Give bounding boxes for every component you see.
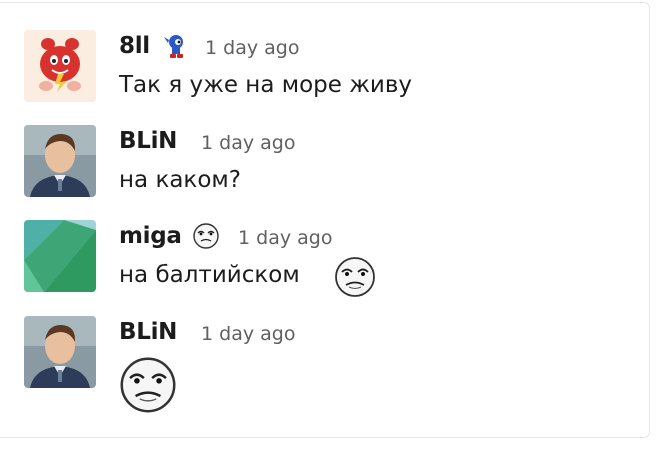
author-name[interactable]: BLiN: [119, 128, 177, 154]
message-timestamp[interactable]: 1 day ago: [205, 37, 299, 59]
message-text: на балтийском: [119, 262, 300, 288]
man-portrait-icon: [24, 125, 96, 197]
user-avatar[interactable]: [24, 125, 96, 197]
user-avatar[interactable]: [24, 220, 96, 292]
user-avatar[interactable]: [24, 30, 96, 102]
message-text: Так я уже на море живу: [119, 72, 413, 98]
message-timestamp[interactable]: 1 day ago: [201, 323, 295, 345]
author-name[interactable]: BLiN: [119, 319, 177, 345]
message-timestamp[interactable]: 1 day ago: [238, 227, 332, 249]
author-name[interactable]: miga: [119, 223, 182, 249]
message-item: BLiN 1 day ago: [24, 316, 644, 413]
me-gusta-emoji-icon: [120, 357, 176, 413]
message-text: на каком?: [119, 167, 241, 193]
me-gusta-emoji-icon: [335, 257, 375, 297]
message-timestamp[interactable]: 1 day ago: [201, 132, 295, 154]
message-item: BLiN 1 day ago на каком?: [24, 125, 644, 205]
user-avatar[interactable]: [24, 316, 96, 388]
sonic-status-icon: [164, 35, 183, 58]
man-portrait-icon: [24, 316, 96, 388]
message-item: miga 1 day ago на балтийском: [24, 220, 644, 300]
geometric-avatar-icon: [24, 220, 96, 292]
message-item: 8ll 1 day ago Так я уже на море живу: [24, 30, 644, 110]
author-name[interactable]: 8ll: [119, 33, 150, 59]
red-character-icon: [24, 30, 96, 102]
me-gusta-status-icon: [193, 223, 219, 249]
